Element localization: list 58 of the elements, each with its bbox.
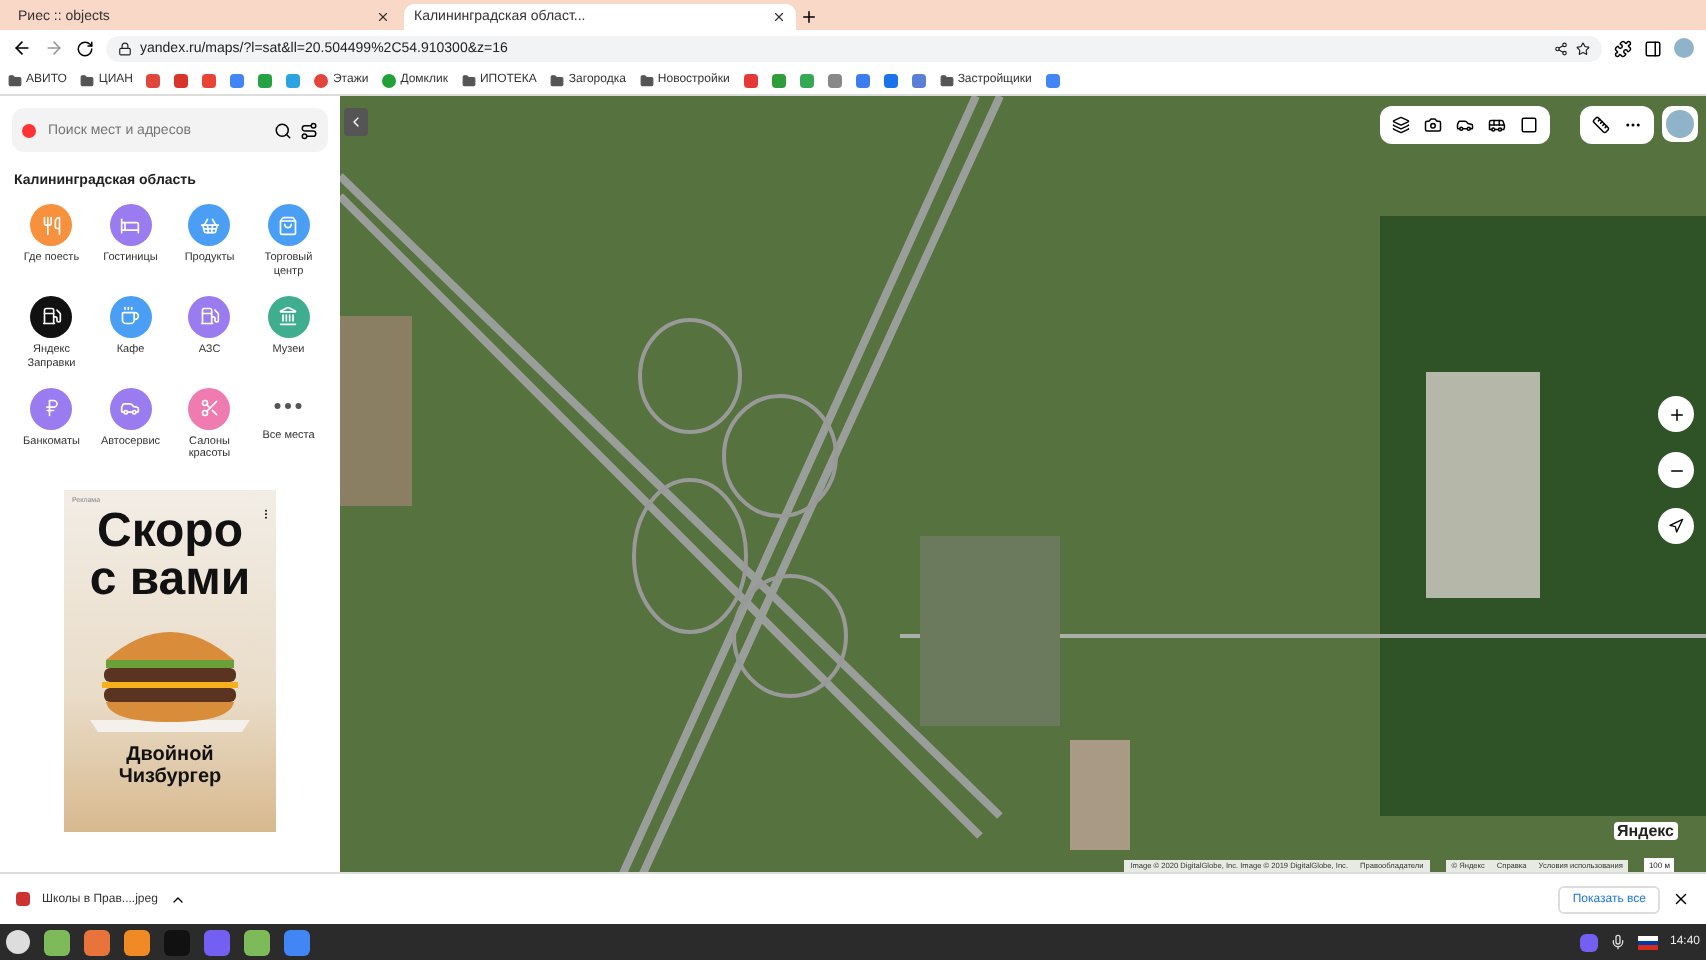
close-icon[interactable] — [772, 10, 786, 24]
folder-icon — [939, 73, 954, 87]
bus-icon[interactable] — [1488, 116, 1506, 134]
start-menu-icon[interactable] — [6, 930, 30, 954]
bookmark-icon[interactable] — [799, 73, 814, 87]
share-icon[interactable] — [1554, 41, 1568, 55]
app-icon[interactable] — [84, 929, 110, 955]
folder-icon[interactable] — [44, 929, 70, 955]
app-icon[interactable] — [124, 929, 150, 955]
bookmark-icon[interactable] — [286, 73, 301, 87]
back-icon[interactable] — [12, 38, 32, 58]
location-arrow-icon — [1668, 518, 1684, 534]
route-icon[interactable] — [300, 121, 318, 139]
camera-icon[interactable] — [1424, 116, 1442, 134]
bookmark-icon[interactable] — [1045, 73, 1060, 87]
bookmark-icon[interactable] — [855, 73, 870, 87]
new-tab-icon[interactable] — [800, 8, 818, 26]
bookmark-icon[interactable] — [202, 73, 217, 87]
bookmark-icon[interactable] — [743, 73, 758, 87]
folder-icon — [8, 73, 22, 87]
bookmark-icon[interactable] — [771, 73, 786, 87]
bookmark-icon[interactable] — [258, 73, 273, 87]
bookmark-icon[interactable] — [230, 73, 245, 87]
close-icon[interactable] — [376, 10, 390, 24]
extensions-icon[interactable] — [1614, 39, 1632, 57]
lock-icon — [118, 41, 132, 55]
folder-icon — [80, 73, 95, 87]
layers-icon[interactable] — [1392, 116, 1410, 134]
folder-icon[interactable] — [244, 929, 270, 955]
reload-icon[interactable] — [76, 39, 94, 57]
ad-headline: Скоро с вами — [87, 508, 253, 605]
bookmark-icon[interactable] — [174, 73, 189, 87]
bookmark-icon[interactable] — [911, 73, 926, 87]
folder-icon — [639, 73, 654, 87]
bookmark-icon[interactable] — [827, 73, 842, 87]
close-icon[interactable] — [1672, 890, 1690, 908]
folder-icon — [461, 73, 476, 87]
bookmark-icon[interactable] — [146, 73, 161, 87]
car-icon[interactable] — [1456, 116, 1474, 134]
star-icon[interactable] — [1576, 41, 1590, 55]
side-panel-icon[interactable] — [1644, 39, 1662, 57]
map-logo: Яндекс — [1613, 822, 1678, 840]
forward-icon[interactable] — [44, 38, 64, 58]
chevron-left-icon — [348, 114, 364, 130]
bookmark-icon[interactable] — [883, 73, 898, 87]
category-icon[interactable] — [30, 295, 73, 338]
satellite-map-drawing[interactable] — [340, 96, 1706, 872]
flag-icon[interactable] — [1637, 935, 1658, 949]
user-avatar[interactable] — [1662, 106, 1698, 142]
search-icon[interactable] — [274, 121, 292, 139]
ad-caption: Двойной Чизбургер — [116, 744, 224, 789]
square-icon[interactable] — [1520, 116, 1538, 134]
collapse-sidebar-button[interactable] — [344, 108, 368, 136]
ruler-icon[interactable] — [1592, 116, 1610, 134]
plus-icon — [1667, 405, 1685, 423]
folder-icon — [550, 73, 565, 87]
pin-icon — [22, 123, 36, 137]
microphone-icon[interactable] — [1609, 934, 1626, 950]
